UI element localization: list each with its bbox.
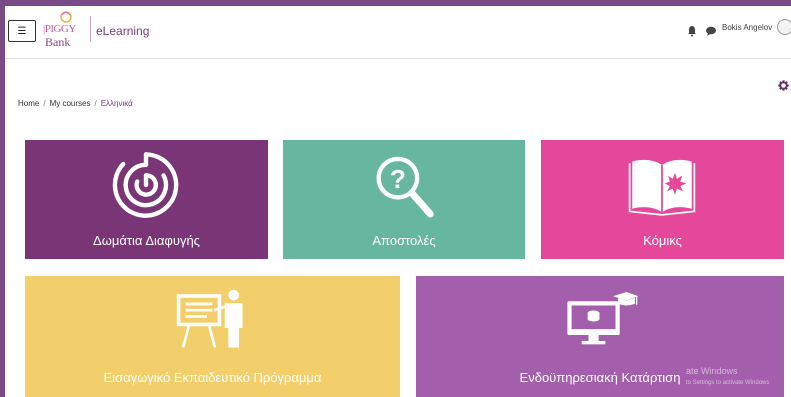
- open-book-icon: [628, 159, 696, 216]
- breadcrumb-home-link[interactable]: Home: [18, 99, 39, 108]
- app-name: eLearning: [96, 24, 150, 38]
- breadcrumb-separator: /: [94, 99, 97, 108]
- user-name[interactable]: Bokis Angelov: [722, 23, 772, 32]
- user-avatar[interactable]: [777, 19, 791, 35]
- maze-icon: [112, 152, 179, 218]
- svg-text:Bank: Bank: [45, 35, 70, 49]
- gear-icon[interactable]: [778, 80, 789, 91]
- tile-label: Δωμάτια Διαφυγής: [93, 233, 200, 248]
- monitor-graduation-icon: [567, 291, 639, 345]
- logo-divider: [90, 16, 91, 42]
- breadcrumb: Home / My courses / Ελληνικά: [18, 99, 133, 108]
- watermark-subtitle: to Settings to activate Windows: [686, 380, 770, 386]
- breadcrumb-my-courses-link[interactable]: My courses: [50, 99, 91, 108]
- top-navbar: ☰ |PIGGY Bank eLearning Bokis Angelov: [5, 6, 791, 59]
- tile-escape-rooms[interactable]: Δωμάτια Διαφυγής: [25, 140, 268, 259]
- tile-comics[interactable]: Κόμικς: [541, 140, 784, 259]
- tile-label: Εισαγωγικό Εκπαιδευτικό Πρόγραμμα: [103, 370, 322, 385]
- svg-text:|PIGGY: |PIGGY: [43, 23, 76, 35]
- presenter-icon: [176, 289, 243, 348]
- hamburger-icon: ☰: [17, 25, 27, 37]
- breadcrumb-current-link[interactable]: Ελληνικά: [101, 99, 133, 108]
- tile-introductory-program[interactable]: Εισαγωγικό Εκπαιδευτικό Πρόγραμμα: [25, 276, 400, 397]
- activate-windows-watermark: ate Windows to Settings to activate Wind…: [686, 365, 769, 389]
- tile-label: Αποστολές: [372, 233, 436, 248]
- tile-label: Κόμικς: [643, 233, 682, 248]
- piggy-bank-logo[interactable]: |PIGGY Bank: [42, 10, 94, 52]
- chat-icon[interactable]: [705, 25, 717, 37]
- bell-icon[interactable]: [686, 25, 698, 37]
- browser-viewport: ☰ |PIGGY Bank eLearning Bokis Angelov Ho…: [5, 6, 791, 397]
- question-magnifier-icon: ?: [376, 156, 434, 218]
- tile-missions[interactable]: ? Αποστολές: [283, 140, 525, 259]
- breadcrumb-separator: /: [43, 99, 46, 108]
- hamburger-menu-button[interactable]: ☰: [8, 20, 36, 42]
- svg-text:?: ?: [390, 164, 406, 194]
- watermark-title: ate Windows: [686, 366, 738, 376]
